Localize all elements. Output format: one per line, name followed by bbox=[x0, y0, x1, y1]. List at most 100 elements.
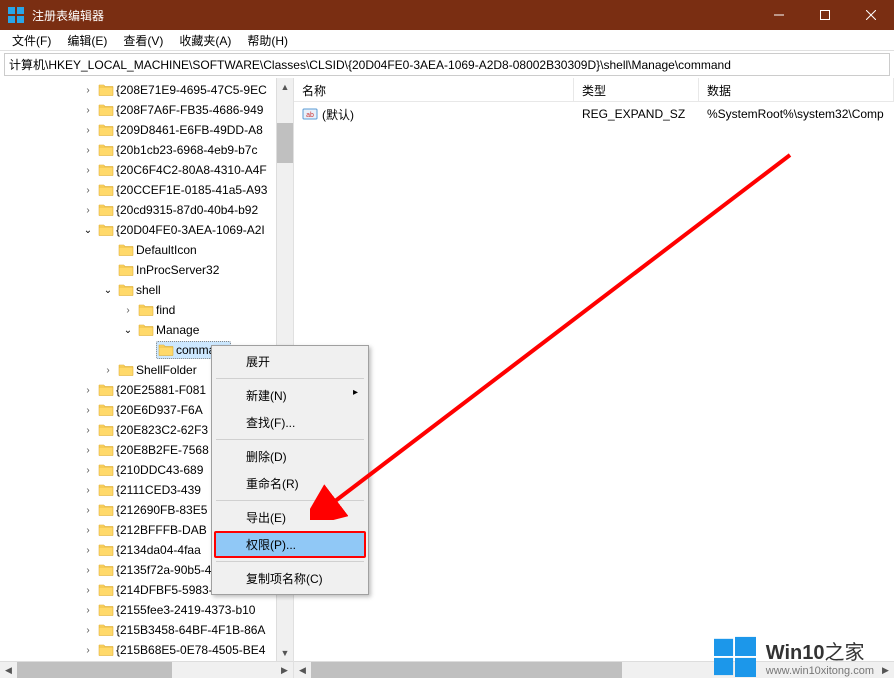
chevron-icon[interactable]: › bbox=[80, 505, 96, 516]
chevron-icon[interactable]: › bbox=[100, 365, 116, 376]
chevron-icon[interactable]: › bbox=[80, 425, 96, 436]
folder-icon bbox=[118, 262, 134, 278]
chevron-icon[interactable]: › bbox=[80, 405, 96, 416]
menu-view[interactable]: 查看(V) bbox=[115, 30, 171, 51]
column-type[interactable]: 类型 bbox=[574, 78, 699, 101]
chevron-icon[interactable]: › bbox=[80, 565, 96, 576]
chevron-icon[interactable]: › bbox=[80, 485, 96, 496]
tree-item[interactable]: ›{215B3458-64BF-4F1B-86A bbox=[0, 620, 293, 640]
tree-item[interactable]: ›{209D8461-E6FB-49DD-A8 bbox=[0, 120, 293, 140]
main-content: › {208E71E9-4695-47C5-9EC ›{208F7A6F-FB35-… bbox=[0, 78, 894, 678]
chevron-icon[interactable]: › bbox=[80, 145, 96, 156]
chevron-icon[interactable]: › bbox=[80, 645, 96, 656]
tree-item[interactable]: ›{2155fee3-2419-4373-b10 bbox=[0, 600, 293, 620]
folder-icon bbox=[98, 542, 114, 558]
tree-item[interactable]: › {20C6F4C2-80A8-4310-A4F bbox=[0, 160, 293, 180]
chevron-icon[interactable]: › bbox=[80, 625, 96, 636]
tree-item[interactable]: InProcServer32 bbox=[0, 260, 293, 280]
list-body: ab (默认) REG_EXPAND_SZ %SystemRoot%\syste… bbox=[294, 102, 894, 126]
tree-item-label: {212BFFFB-DAB bbox=[116, 523, 207, 537]
menu-separator bbox=[216, 561, 364, 562]
tree-item[interactable]: ›{20CCEF1E-0185-41a5-A93 bbox=[0, 180, 293, 200]
scroll-down-arrow-icon[interactable]: ▼ bbox=[277, 644, 293, 661]
context-menu-delete[interactable]: 删除(D) bbox=[214, 443, 366, 470]
chevron-icon[interactable]: ⌄ bbox=[100, 285, 116, 296]
scroll-left-arrow-icon[interactable]: ◀ bbox=[0, 662, 17, 678]
scroll-right-arrow-icon[interactable]: ▶ bbox=[877, 662, 894, 678]
tree-item-label: {20C6F4C2-80A8-4310-A4F bbox=[116, 163, 267, 177]
tree-item[interactable]: ⌄Manage bbox=[0, 320, 293, 340]
context-menu-new[interactable]: 新建(N) bbox=[214, 382, 366, 409]
scroll-thumb[interactable] bbox=[17, 662, 172, 678]
chevron-icon[interactable]: › bbox=[80, 465, 96, 476]
chevron-icon[interactable]: › bbox=[80, 445, 96, 456]
app-icon bbox=[8, 7, 24, 23]
context-menu: 展开 新建(N) 查找(F)... 删除(D) 重命名(R) 导出(E) 权限(… bbox=[211, 345, 369, 595]
watermark: Win10之家 www.win10xitong.com bbox=[714, 635, 874, 677]
chevron-icon[interactable]: › bbox=[80, 385, 96, 396]
context-menu-copy-key-name[interactable]: 复制项名称(C) bbox=[214, 565, 366, 592]
folder-icon bbox=[98, 402, 114, 418]
scroll-thumb[interactable] bbox=[277, 123, 293, 163]
chevron-icon[interactable]: ⌄ bbox=[80, 225, 96, 236]
address-bar[interactable]: 计算机\HKEY_LOCAL_MACHINE\SOFTWARE\Classes\… bbox=[4, 53, 890, 76]
context-menu-find[interactable]: 查找(F)... bbox=[214, 409, 366, 436]
chevron-icon[interactable]: › bbox=[120, 305, 136, 316]
menu-file[interactable]: 文件(F) bbox=[4, 30, 59, 51]
tree-item-label: {208E71E9-4695-47C5-9EC bbox=[116, 83, 267, 97]
value-type: REG_EXPAND_SZ bbox=[574, 107, 699, 121]
chevron-icon[interactable]: › bbox=[80, 545, 96, 556]
column-data[interactable]: 数据 bbox=[699, 78, 894, 101]
maximize-button[interactable] bbox=[802, 0, 848, 30]
folder-icon bbox=[98, 222, 114, 238]
column-name[interactable]: 名称 bbox=[294, 78, 574, 101]
window-title: 注册表编辑器 bbox=[32, 7, 756, 24]
scroll-up-arrow-icon[interactable]: ▲ bbox=[277, 78, 293, 95]
tree-item-label: {2111CED3-439 bbox=[116, 483, 201, 497]
chevron-icon[interactable]: › bbox=[80, 205, 96, 216]
chevron-icon[interactable]: › bbox=[80, 105, 96, 116]
chevron-icon[interactable]: › bbox=[80, 605, 96, 616]
folder-icon bbox=[98, 442, 114, 458]
folder-icon bbox=[118, 282, 134, 298]
folder-icon bbox=[98, 422, 114, 438]
tree-item[interactable]: ›{208F7A6F-FB35-4686-949 bbox=[0, 100, 293, 120]
chevron-icon[interactable]: › bbox=[80, 585, 96, 596]
titlebar: 注册表编辑器 bbox=[0, 0, 894, 30]
tree-item-label: {20D04FE0-3AEA-1069-A2I bbox=[116, 223, 265, 237]
tree-item[interactable]: ›{215B68E5-0E78-4505-BE4 bbox=[0, 640, 293, 660]
tree-item[interactable]: ⌄ {20D04FE0-3AEA-1069-A2I bbox=[0, 220, 293, 240]
tree-item[interactable]: ›{20b1cb23-6968-4eb9-b7c bbox=[0, 140, 293, 160]
tree-horizontal-scrollbar[interactable]: ◀ ▶ bbox=[0, 661, 293, 678]
menu-favorites[interactable]: 收藏夹(A) bbox=[171, 30, 239, 51]
chevron-icon[interactable]: › bbox=[80, 165, 96, 176]
chevron-icon[interactable]: › bbox=[80, 85, 96, 96]
tree-item[interactable]: DefaultIcon bbox=[0, 240, 293, 260]
chevron-icon[interactable]: › bbox=[80, 525, 96, 536]
chevron-icon[interactable]: › bbox=[80, 185, 96, 196]
folder-icon bbox=[98, 162, 114, 178]
watermark-url: www.win10xitong.com bbox=[766, 665, 874, 677]
context-menu-expand[interactable]: 展开 bbox=[214, 348, 366, 375]
tree-item[interactable]: ›{20cd9315-87d0-40b4-b92 bbox=[0, 200, 293, 220]
scroll-thumb[interactable] bbox=[311, 662, 622, 678]
scroll-left-arrow-icon[interactable]: ◀ bbox=[294, 662, 311, 678]
folder-icon bbox=[98, 202, 114, 218]
tree-item-label: {20E25881-F081 bbox=[116, 383, 206, 397]
chevron-icon[interactable]: ⌄ bbox=[120, 325, 136, 336]
menu-edit[interactable]: 编辑(E) bbox=[59, 30, 115, 51]
value-data: %SystemRoot%\system32\Comp bbox=[699, 107, 894, 121]
tree-item[interactable]: ⌄shell bbox=[0, 280, 293, 300]
close-button[interactable] bbox=[848, 0, 894, 30]
chevron-icon[interactable]: › bbox=[80, 125, 96, 136]
context-menu-export[interactable]: 导出(E) bbox=[214, 504, 366, 531]
list-row[interactable]: ab (默认) REG_EXPAND_SZ %SystemRoot%\syste… bbox=[294, 104, 894, 124]
menu-help[interactable]: 帮助(H) bbox=[239, 30, 296, 51]
tree-item[interactable]: › {208E71E9-4695-47C5-9EC bbox=[0, 80, 293, 100]
scroll-right-arrow-icon[interactable]: ▶ bbox=[276, 662, 293, 678]
context-menu-permissions[interactable]: 权限(P)... bbox=[214, 531, 366, 558]
context-menu-rename[interactable]: 重命名(R) bbox=[214, 470, 366, 497]
tree-item-label: find bbox=[156, 303, 175, 317]
tree-item[interactable]: › find bbox=[0, 300, 293, 320]
minimize-button[interactable] bbox=[756, 0, 802, 30]
